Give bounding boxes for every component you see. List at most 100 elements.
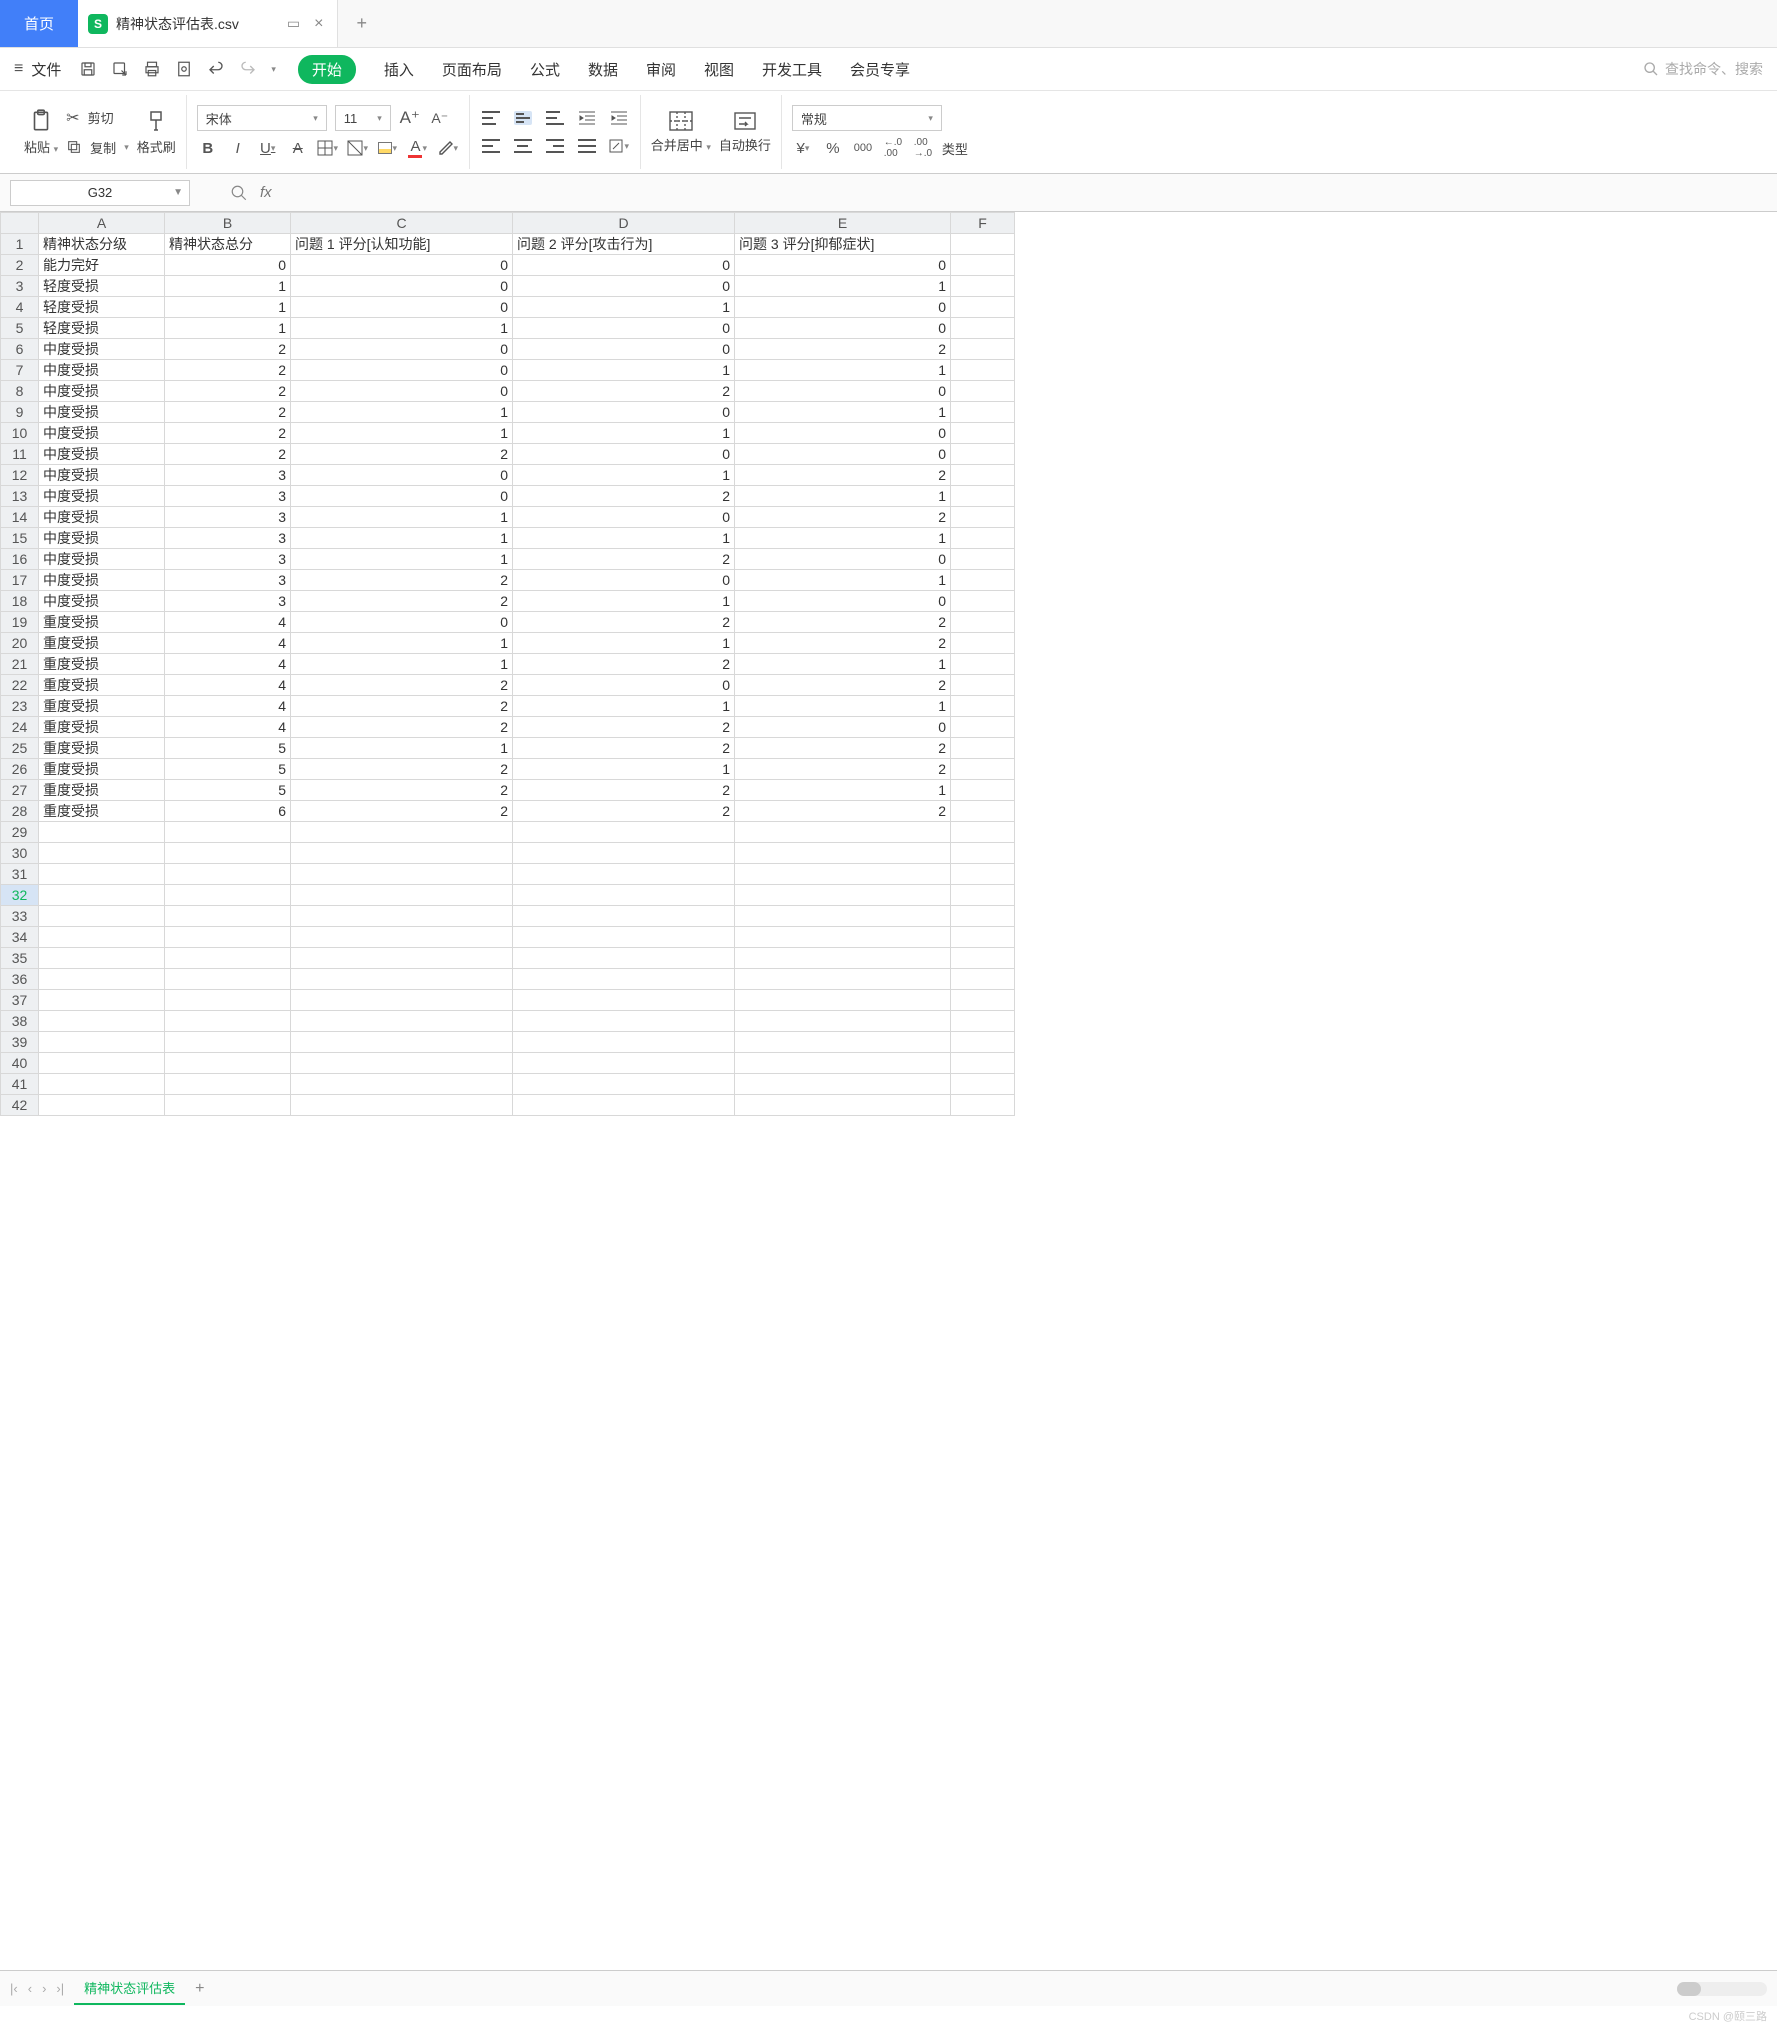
cell[interactable]: 0 <box>513 444 735 465</box>
cell[interactable]: 2 <box>291 759 513 780</box>
increase-font-icon[interactable]: A⁺ <box>399 107 421 129</box>
cell[interactable] <box>291 864 513 885</box>
copy-button[interactable]: 复制▾ <box>66 138 129 157</box>
cell[interactable]: 中度受损 <box>39 444 165 465</box>
cell[interactable]: 重度受损 <box>39 759 165 780</box>
wrap-text-button[interactable]: 自动换行 <box>719 110 771 154</box>
cell[interactable] <box>735 885 951 906</box>
cell[interactable] <box>951 633 1015 654</box>
home-tab[interactable]: 首页 <box>0 0 78 47</box>
cell[interactable] <box>165 843 291 864</box>
cell[interactable] <box>951 864 1015 885</box>
cell[interactable]: 重度受损 <box>39 717 165 738</box>
orientation-icon[interactable]: ▾ <box>608 135 630 157</box>
cell[interactable]: 1 <box>513 759 735 780</box>
decrease-indent-icon[interactable] <box>576 107 598 129</box>
cell[interactable] <box>165 948 291 969</box>
cell[interactable]: 4 <box>165 696 291 717</box>
cell[interactable]: 0 <box>735 381 951 402</box>
cell[interactable]: 0 <box>165 255 291 276</box>
cell[interactable] <box>735 1011 951 1032</box>
row-header[interactable]: 36 <box>1 969 39 990</box>
cell[interactable]: 0 <box>735 255 951 276</box>
cell[interactable]: 1 <box>735 276 951 297</box>
cell[interactable]: 0 <box>513 318 735 339</box>
cell[interactable]: 4 <box>165 633 291 654</box>
align-bottom-icon[interactable] <box>544 107 566 129</box>
document-tab[interactable]: S 精神状态评估表.csv ▭ × <box>78 0 338 47</box>
row-header[interactable]: 11 <box>1 444 39 465</box>
increase-decimal-icon[interactable]: ←.0.00 <box>882 137 904 159</box>
cell[interactable] <box>951 801 1015 822</box>
cell[interactable]: 2 <box>513 780 735 801</box>
cell[interactable] <box>735 864 951 885</box>
cell[interactable]: 0 <box>735 423 951 444</box>
cell[interactable] <box>951 360 1015 381</box>
undo-icon[interactable] <box>207 60 225 78</box>
cell[interactable] <box>513 906 735 927</box>
cell[interactable] <box>951 1011 1015 1032</box>
cell[interactable]: 2 <box>735 507 951 528</box>
cell[interactable] <box>39 1032 165 1053</box>
cell[interactable]: 3 <box>165 549 291 570</box>
align-left-icon[interactable] <box>480 135 502 157</box>
cell[interactable]: 1 <box>513 360 735 381</box>
cell[interactable]: 1 <box>513 528 735 549</box>
cell[interactable]: 0 <box>291 486 513 507</box>
row-header[interactable]: 9 <box>1 402 39 423</box>
row-header[interactable]: 10 <box>1 423 39 444</box>
cell[interactable]: 2 <box>291 444 513 465</box>
cell[interactable] <box>165 969 291 990</box>
row-header[interactable]: 40 <box>1 1053 39 1074</box>
cell[interactable]: 4 <box>165 654 291 675</box>
cell[interactable]: 0 <box>735 717 951 738</box>
cell[interactable] <box>951 339 1015 360</box>
cell[interactable] <box>291 843 513 864</box>
cell[interactable] <box>39 843 165 864</box>
cell[interactable] <box>951 738 1015 759</box>
row-header[interactable]: 3 <box>1 276 39 297</box>
justify-icon[interactable] <box>576 135 598 157</box>
cell[interactable]: 2 <box>513 738 735 759</box>
currency-icon[interactable]: ¥ ▾ <box>792 137 814 159</box>
cell[interactable]: 中度受损 <box>39 360 165 381</box>
column-header[interactable]: E <box>735 213 951 234</box>
cell[interactable] <box>951 990 1015 1011</box>
cell[interactable] <box>39 1053 165 1074</box>
cell[interactable] <box>513 843 735 864</box>
cell[interactable]: 2 <box>513 801 735 822</box>
cell[interactable] <box>165 1032 291 1053</box>
cell[interactable] <box>951 927 1015 948</box>
tab-close-icon[interactable]: × <box>314 15 323 33</box>
cell[interactable] <box>951 675 1015 696</box>
cell[interactable] <box>735 906 951 927</box>
row-header[interactable]: 13 <box>1 486 39 507</box>
cell[interactable]: 0 <box>291 612 513 633</box>
cell[interactable] <box>951 402 1015 423</box>
new-tab-button[interactable]: + <box>338 13 385 34</box>
cell[interactable] <box>291 927 513 948</box>
cell[interactable]: 2 <box>165 381 291 402</box>
cell[interactable] <box>951 297 1015 318</box>
row-header[interactable]: 17 <box>1 570 39 591</box>
cell-style-icon[interactable]: ▾ <box>347 137 369 159</box>
align-right-icon[interactable] <box>544 135 566 157</box>
cell[interactable]: 1 <box>291 402 513 423</box>
cell[interactable]: 中度受损 <box>39 402 165 423</box>
cell[interactable]: 4 <box>165 717 291 738</box>
cell[interactable]: 2 <box>735 738 951 759</box>
cell[interactable] <box>165 864 291 885</box>
cell[interactable] <box>165 927 291 948</box>
cell[interactable] <box>39 948 165 969</box>
align-middle-icon[interactable] <box>512 107 534 129</box>
cell[interactable] <box>39 1011 165 1032</box>
save-icon[interactable] <box>79 60 97 78</box>
row-header[interactable]: 38 <box>1 1011 39 1032</box>
ribbon-tab-formula[interactable]: 公式 <box>530 59 560 80</box>
row-header[interactable]: 39 <box>1 1032 39 1053</box>
cut-button[interactable]: ✂剪切 <box>66 108 129 128</box>
sheet-nav-last-icon[interactable]: ›| <box>56 1981 64 1996</box>
cell[interactable]: 2 <box>165 444 291 465</box>
cell[interactable]: 2 <box>165 339 291 360</box>
cell[interactable]: 重度受损 <box>39 675 165 696</box>
